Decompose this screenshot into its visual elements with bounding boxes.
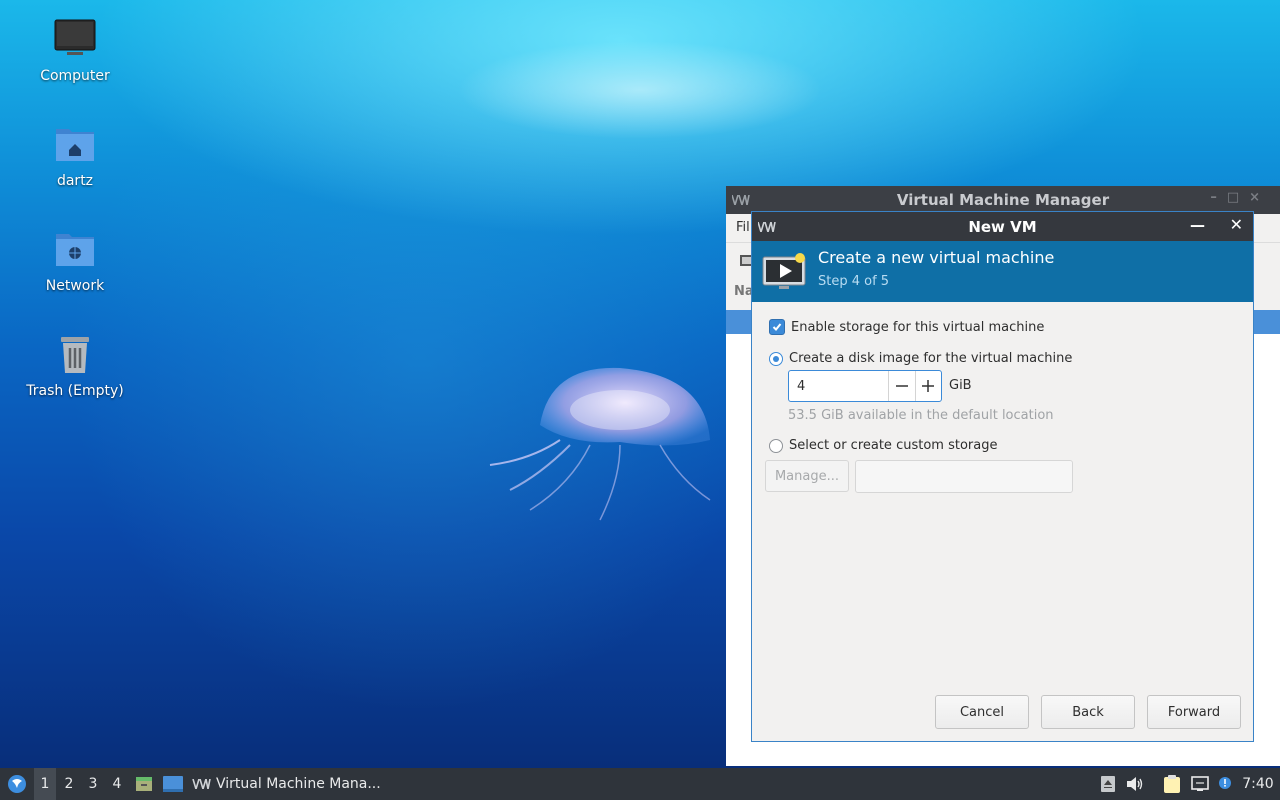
window-controls[interactable]: –□× [1210, 190, 1270, 205]
enable-storage-label: Enable storage for this virtual machine [791, 319, 1045, 335]
disk-size-unit: GiB [949, 378, 972, 393]
custom-storage-label: Select or create custom storage [789, 438, 998, 453]
file-manager-launcher[interactable] [133, 768, 155, 800]
create-disk-row[interactable]: Create a disk image for the virtual mach… [769, 351, 1072, 366]
minimize-button[interactable]: — [1190, 216, 1205, 234]
computer-icon [53, 18, 97, 62]
trash-icon [53, 333, 97, 377]
disk-size-input[interactable] [789, 371, 888, 401]
desktop-icon-label: dartz [56, 173, 94, 189]
cancel-button[interactable]: Cancel [935, 695, 1029, 729]
eject-tray-button[interactable] [1097, 768, 1119, 800]
desktop-icon-trash[interactable]: Trash (Empty) [20, 333, 130, 399]
new-vm-dialog: New VM — ✕ Create a new virtual machine … [751, 211, 1254, 742]
desktop-icon-label: Computer [40, 68, 110, 84]
desktop-icon-label: Network [45, 278, 105, 294]
manage-button-label: Manage... [774, 468, 840, 484]
workspace-3[interactable]: 3 [82, 768, 104, 800]
dialog-title: New VM [968, 217, 1037, 236]
enable-storage-checkbox[interactable] [769, 319, 785, 335]
custom-storage-radio[interactable] [769, 438, 783, 453]
eject-icon [1101, 776, 1115, 792]
banner-step: Step 4 of 5 [818, 274, 890, 289]
volume-icon [1127, 777, 1143, 791]
clipboard-tray-button[interactable] [1160, 768, 1184, 800]
network-tray-button[interactable] [1189, 768, 1211, 800]
desktop-icon-network[interactable]: Network [20, 228, 130, 294]
workspace-4[interactable]: 4 [106, 768, 128, 800]
taskbar: 1 2 3 4 Virtual Machine Mana... 7:40 [0, 768, 1280, 800]
desktop-icon-home[interactable]: dartz [20, 123, 130, 189]
clipboard-icon [1164, 775, 1180, 793]
vm-logo-icon [192, 779, 211, 789]
desktop-icon [163, 776, 183, 792]
custom-storage-path-input[interactable] [855, 460, 1073, 493]
cancel-button-label: Cancel [959, 704, 1005, 720]
back-button[interactable]: Back [1041, 695, 1135, 729]
network-icon [1191, 776, 1209, 791]
checkmark-icon [772, 323, 782, 331]
close-button[interactable]: ✕ [1230, 215, 1243, 234]
desktop-icon-label: Trash (Empty) [26, 383, 124, 399]
network-folder-icon [53, 228, 97, 272]
available-space-text: 53.5 GiB available in the default locati… [788, 408, 1054, 423]
increment-button[interactable] [914, 371, 942, 401]
home-folder-icon [53, 123, 97, 167]
back-button-label: Back [1072, 704, 1104, 720]
decrement-button[interactable] [888, 371, 915, 401]
vm-logo-icon [732, 195, 750, 205]
plus-icon [922, 380, 935, 392]
banner-title: Create a new virtual machine [818, 248, 1055, 267]
app-menu-icon [8, 775, 26, 793]
new-vm-monitor-icon [762, 253, 806, 289]
task-button-vmm[interactable]: Virtual Machine Mana... [192, 768, 388, 800]
workspace-2[interactable]: 2 [58, 768, 80, 800]
workspace-1[interactable]: 1 [34, 768, 56, 800]
create-disk-radio[interactable] [769, 351, 783, 366]
forward-button-label: Forward [1167, 704, 1221, 720]
desktop-icon-computer[interactable]: Computer [20, 18, 130, 84]
enable-storage-row[interactable]: Enable storage for this virtual machine [769, 319, 1044, 335]
manage-button[interactable]: Manage... [765, 460, 849, 492]
create-disk-label: Create a disk image for the virtual mach… [789, 351, 1073, 366]
forward-button[interactable]: Forward [1147, 695, 1241, 729]
vmm-titlebar[interactable]: Virtual Machine Manager –□× [726, 186, 1280, 214]
custom-storage-row[interactable]: Select or create custom storage [769, 438, 997, 453]
volume-tray-button[interactable] [1124, 768, 1146, 800]
vm-logo-icon [758, 222, 776, 232]
dialog-titlebar[interactable]: New VM — ✕ [752, 212, 1253, 241]
jellyfish-image [489, 367, 711, 521]
vmm-window-title: Virtual Machine Manager [896, 191, 1110, 209]
menu-file[interactable]: Fil [736, 220, 750, 235]
clock[interactable]: 7:40 [1240, 768, 1276, 800]
notification-icon [1219, 777, 1231, 789]
task-button-label: Virtual Machine Mana... [216, 776, 381, 792]
app-menu-button[interactable] [4, 768, 30, 800]
wizard-banner: Create a new virtual machine Step 4 of 5 [752, 241, 1253, 302]
show-desktop-button[interactable] [161, 768, 185, 800]
updates-tray-button[interactable] [1215, 768, 1235, 800]
minus-icon [895, 385, 908, 387]
disk-size-spinbutton [788, 370, 942, 402]
file-manager-icon [136, 777, 152, 791]
